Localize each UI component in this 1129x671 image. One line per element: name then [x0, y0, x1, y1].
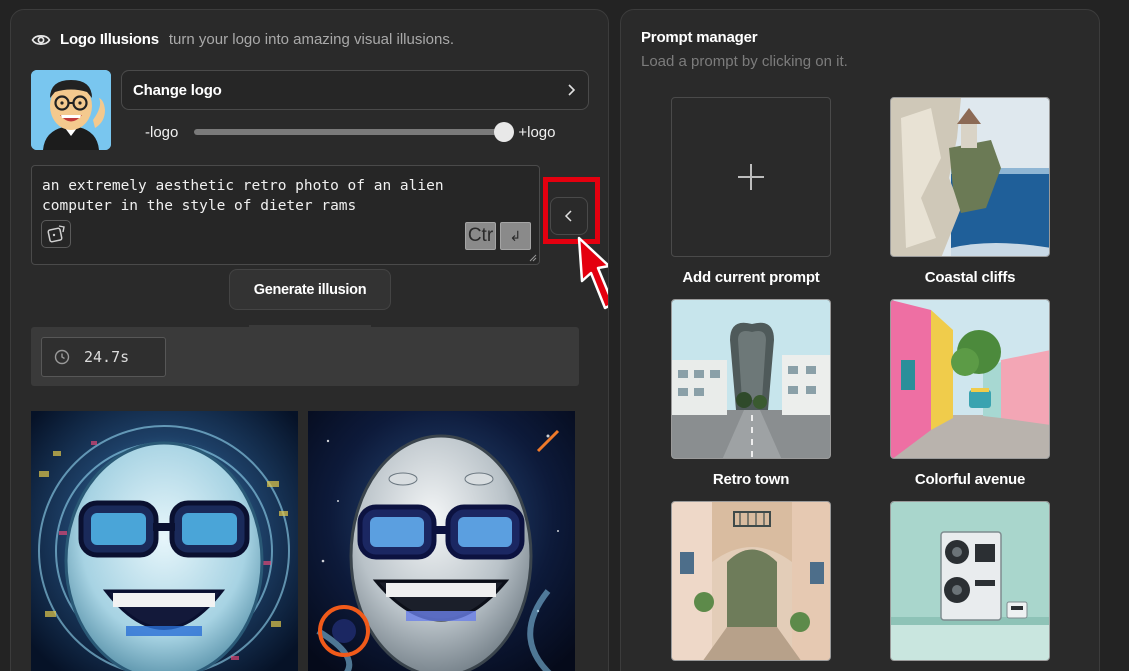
colorful-avenue-image	[891, 300, 1049, 458]
prompt-card-retro-town[interactable]: Retro town	[671, 299, 831, 488]
resize-grip-icon[interactable]	[529, 254, 537, 262]
eye-icon	[31, 34, 51, 45]
app-subtitle: turn your logo into amazing visual illus…	[168, 31, 455, 48]
enter-key-hint: ↲	[500, 222, 531, 250]
prompt-card-label: Retro town	[712, 471, 790, 488]
dice-icon	[47, 225, 65, 243]
add-current-prompt-card[interactable]: Add current prompt	[671, 97, 831, 286]
prompt-card-image[interactable]	[890, 501, 1050, 661]
logo-strength-slider[interactable]	[194, 122, 515, 142]
change-logo-button[interactable]: Change logo	[121, 70, 589, 110]
prompt-manager-title: Prompt manager	[641, 29, 758, 46]
panel-header: Logo Illusions turn your logo into amazi…	[31, 31, 454, 48]
logo-avatar-image	[31, 70, 111, 150]
coastal-cliffs-image	[891, 98, 1049, 256]
add-prompt-tile[interactable]	[671, 97, 831, 257]
prompt-card-label: Coastal cliffs	[924, 269, 1016, 286]
logo-thumbnail[interactable]	[31, 70, 111, 150]
app-title: Logo Illusions	[60, 31, 159, 48]
timer-display: 24.7s	[41, 337, 166, 377]
prompt-manager-panel: Prompt manager Load a prompt by clicking…	[620, 9, 1100, 671]
prompt-card-retro-computer[interactable]	[890, 501, 1050, 671]
logo-illusions-panel: Logo Illusions turn your logo into amazi…	[10, 9, 609, 671]
plus-icon	[738, 164, 764, 190]
add-current-prompt-label: Add current prompt	[682, 269, 820, 286]
prompt-card-alley[interactable]	[671, 501, 831, 671]
prompt-card-colorful-avenue[interactable]: Colorful avenue	[890, 299, 1050, 488]
stone-alley-image	[672, 502, 830, 660]
ctrl-key-hint: Ctr	[465, 222, 496, 250]
timer-value: 24.7s	[84, 348, 130, 366]
clock-icon	[54, 349, 70, 365]
result-image-2-art	[308, 411, 575, 671]
prompt-card-image[interactable]	[671, 299, 831, 459]
prompt-card-image[interactable]	[671, 501, 831, 661]
result-image-1-art	[31, 411, 298, 671]
status-strip: 24.7s	[31, 327, 579, 386]
slider-min-label: -logo	[145, 123, 179, 141]
result-image-2[interactable]	[308, 411, 575, 671]
prompt-card-image[interactable]	[890, 97, 1050, 257]
generate-illusion-button[interactable]: Generate illusion	[229, 269, 391, 310]
prompt-card-coastal-cliffs[interactable]: Coastal cliffs	[890, 97, 1050, 286]
retro-town-image	[672, 300, 830, 458]
change-logo-label: Change logo	[133, 81, 222, 99]
annotation-arrow-icon	[577, 236, 608, 310]
chevron-right-icon	[568, 84, 576, 96]
prompt-text[interactable]: an extremely aesthetic retro photo of an…	[42, 176, 502, 216]
logo-strength-slider-row: -logo +logo	[145, 120, 585, 144]
retro-computer-image	[891, 502, 1049, 660]
random-prompt-button[interactable]	[41, 220, 71, 248]
slider-thumb[interactable]	[494, 122, 515, 142]
slider-max-label: +logo	[518, 123, 556, 141]
prompt-manager-subtitle: Load a prompt by clicking on it.	[641, 53, 848, 70]
prompt-card-label: Colorful avenue	[914, 471, 1026, 488]
result-image-1[interactable]	[31, 411, 298, 671]
prompt-card-image[interactable]	[890, 299, 1050, 459]
prompt-input[interactable]: an extremely aesthetic retro photo of an…	[31, 165, 540, 265]
